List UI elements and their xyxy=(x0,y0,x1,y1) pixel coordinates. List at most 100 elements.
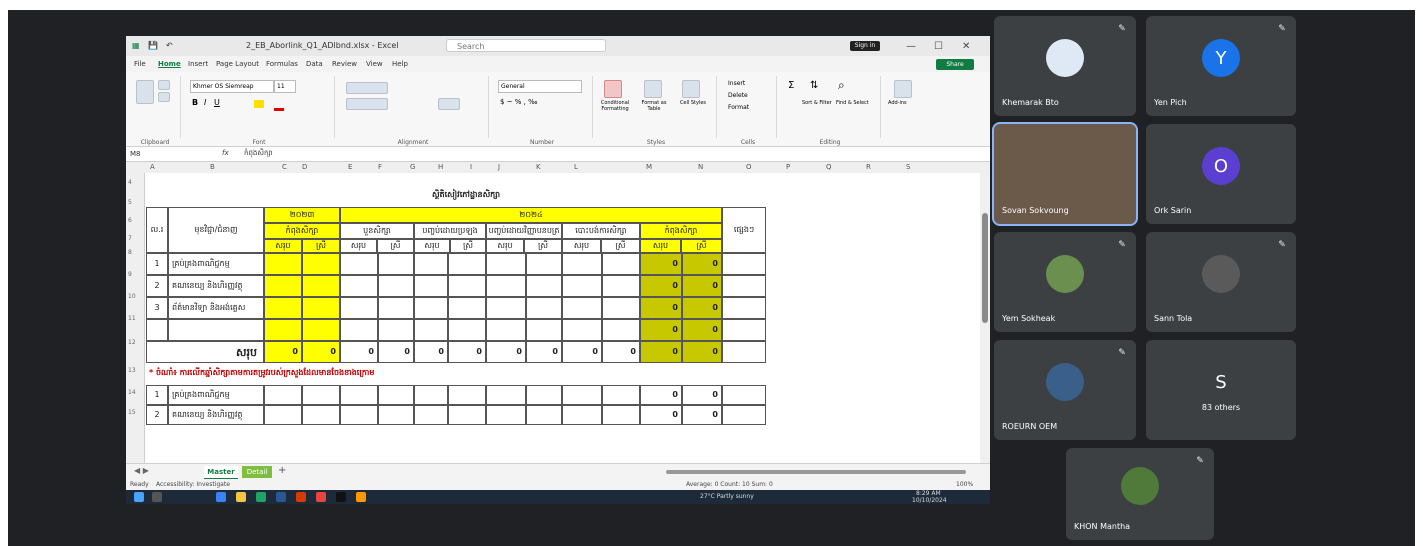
note-cell[interactable] xyxy=(722,253,766,275)
tab-data[interactable]: Data xyxy=(306,60,323,68)
row-no[interactable]: 3 xyxy=(146,297,168,319)
table-cell[interactable] xyxy=(602,319,640,341)
table-cell[interactable]: 0 xyxy=(682,385,722,405)
table-cell[interactable] xyxy=(602,297,640,319)
bold-icon[interactable]: B xyxy=(192,98,198,107)
row-header[interactable]: 13 xyxy=(128,367,136,374)
table-cell[interactable] xyxy=(378,385,414,405)
table-cell[interactable] xyxy=(602,275,640,297)
row-header[interactable]: 10 xyxy=(128,293,136,300)
add-sheet-icon[interactable]: + xyxy=(278,465,286,476)
table-cell[interactable] xyxy=(302,319,340,341)
table-cell[interactable] xyxy=(414,253,448,275)
tab-review[interactable]: Review xyxy=(332,60,357,68)
underline-icon[interactable]: U xyxy=(214,98,220,107)
horizontal-scrollbar[interactable] xyxy=(666,470,966,474)
row-name[interactable]: ព័ត៌មានវិទ្យា និងអង់គ្លេស xyxy=(168,297,264,319)
table-cell[interactable] xyxy=(448,319,486,341)
table-cell[interactable] xyxy=(526,385,562,405)
font-color-icon[interactable] xyxy=(274,100,284,111)
note-cell[interactable] xyxy=(722,341,766,363)
column-header[interactable]: J xyxy=(498,163,500,171)
sheet-tab-master[interactable]: Master xyxy=(204,466,238,480)
tab-home[interactable]: Home xyxy=(158,60,181,68)
tab-nav-icon[interactable]: ◀ ▶ xyxy=(134,466,149,475)
total-cell[interactable]: 0 xyxy=(302,341,340,363)
table-cell[interactable] xyxy=(414,275,448,297)
status-accessibility[interactable]: Accessibility: Investigate xyxy=(156,481,230,488)
search-taskbar-icon[interactable] xyxy=(152,492,162,502)
table-cell[interactable] xyxy=(264,275,302,297)
table-cell[interactable] xyxy=(264,253,302,275)
insert-button[interactable]: Insert xyxy=(728,80,745,87)
search-input[interactable]: Search xyxy=(446,39,606,52)
excel-taskbar-icon[interactable] xyxy=(256,492,266,502)
column-header[interactable]: G xyxy=(410,163,415,171)
row-no[interactable] xyxy=(146,319,168,341)
column-header[interactable]: L xyxy=(574,163,578,171)
table-cell[interactable] xyxy=(378,253,414,275)
row-no[interactable]: 1 xyxy=(146,253,168,275)
format-as-table-icon[interactable] xyxy=(644,80,662,98)
table-cell[interactable] xyxy=(526,319,562,341)
column-header[interactable]: D xyxy=(302,163,307,171)
table-cell[interactable]: 0 xyxy=(640,275,682,297)
table-cell[interactable] xyxy=(526,297,562,319)
tab-insert[interactable]: Insert xyxy=(188,60,208,68)
table-cell[interactable] xyxy=(448,297,486,319)
row-header[interactable]: 6 xyxy=(128,217,132,224)
participant-tile[interactable]: Sovan Sokvoung xyxy=(992,122,1138,226)
edge-icon[interactable] xyxy=(216,492,226,502)
number-format-select[interactable]: General xyxy=(498,80,582,93)
table-cell[interactable] xyxy=(378,405,414,425)
participant-tile[interactable]: ✎ Sann Tola xyxy=(1146,232,1296,332)
table-cell[interactable] xyxy=(340,385,378,405)
sheet-tab-detail[interactable]: Detail xyxy=(242,466,272,478)
table-cell[interactable] xyxy=(264,385,302,405)
table-cell[interactable]: 0 xyxy=(682,405,722,425)
row-name[interactable]: គណនេយ្យ និងហិរញ្ញវត្ថុ xyxy=(168,275,264,297)
note-cell[interactable] xyxy=(722,275,766,297)
row-header[interactable]: 8 xyxy=(128,249,132,256)
table-cell[interactable] xyxy=(562,319,602,341)
column-header[interactable]: C xyxy=(282,163,287,171)
participant-tile[interactable]: Y ✎ Yen Pich xyxy=(1146,16,1296,116)
formula-input[interactable]: កំពុងសិក្សា xyxy=(244,149,273,159)
table-cell[interactable] xyxy=(302,253,340,275)
column-header[interactable]: K xyxy=(536,163,541,171)
row-name[interactable] xyxy=(168,319,264,341)
table-cell[interactable] xyxy=(526,275,562,297)
table-cell[interactable] xyxy=(448,405,486,425)
maximize-icon[interactable]: ☐ xyxy=(934,41,943,52)
total-cell[interactable]: 0 xyxy=(602,341,640,363)
participant-tile[interactable]: ✎ KHON Mantha xyxy=(1066,448,1214,540)
column-header[interactable]: P xyxy=(786,163,790,171)
format-button[interactable]: Format xyxy=(728,104,749,111)
total-cell[interactable]: 0 xyxy=(562,341,602,363)
row-no[interactable]: 2 xyxy=(146,405,168,425)
note-cell[interactable] xyxy=(722,319,766,341)
word-taskbar-icon[interactable] xyxy=(276,492,286,502)
table-cell[interactable] xyxy=(526,405,562,425)
row-header[interactable]: 15 xyxy=(128,409,136,416)
row-name[interactable]: គ្រប់គ្រងពាណិជ្ជកម្ម xyxy=(168,253,264,275)
column-header[interactable]: N xyxy=(698,163,703,171)
table-cell[interactable]: 0 xyxy=(682,319,722,341)
table-cell[interactable] xyxy=(302,405,340,425)
add-ins-icon[interactable] xyxy=(894,80,912,98)
row-header[interactable]: 4 xyxy=(128,179,132,186)
participant-tile[interactable]: ✎ Khemarak Bto xyxy=(994,16,1136,116)
total-cell[interactable]: 0 xyxy=(414,341,448,363)
table-cell[interactable] xyxy=(486,275,526,297)
fill-color-icon[interactable] xyxy=(254,100,264,108)
table-cell[interactable] xyxy=(414,385,448,405)
table-cell[interactable] xyxy=(414,405,448,425)
cell-styles-icon[interactable] xyxy=(682,80,700,98)
participant-tile[interactable]: ✎ Yem Sokheak xyxy=(994,232,1136,332)
scroll-thumb[interactable] xyxy=(982,213,988,323)
table-cell[interactable] xyxy=(302,385,340,405)
participant-tile[interactable]: O Ork Sarin xyxy=(1146,124,1296,224)
table-cell[interactable] xyxy=(562,253,602,275)
table-cell[interactable] xyxy=(526,253,562,275)
table-cell[interactable]: 0 xyxy=(640,405,682,425)
